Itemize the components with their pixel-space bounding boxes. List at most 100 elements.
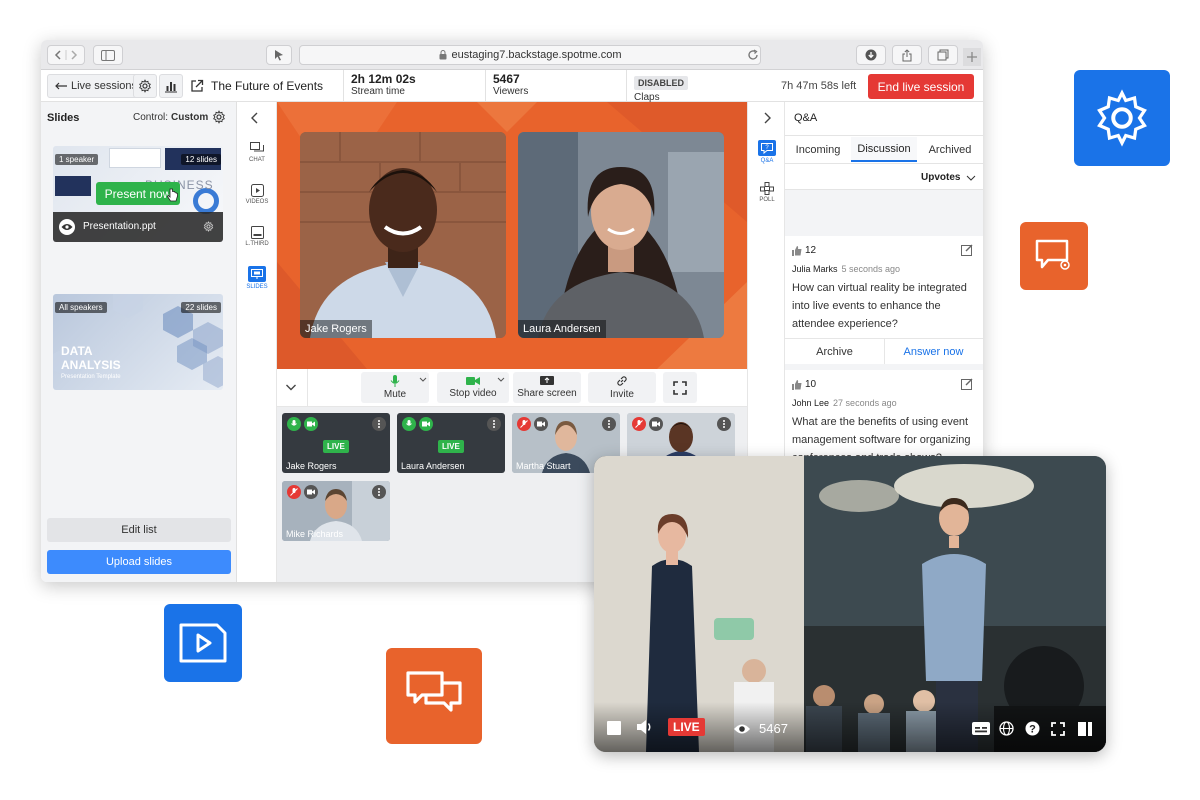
captions-icon[interactable]	[972, 722, 990, 735]
answer-now-button[interactable]: Answer now	[884, 339, 983, 364]
slides-icon	[248, 266, 266, 282]
claps-disabled-badge: DISABLED	[634, 76, 689, 90]
stream-time-label: Stream time	[351, 86, 405, 97]
settings-gear-icon[interactable]	[133, 74, 157, 98]
rail-item-lower-third[interactable]: L.THIRD	[237, 226, 277, 247]
microphone-off-icon	[287, 485, 301, 499]
question-card: 12 Julia Marks 5 seconds ago How can virt…	[785, 236, 983, 364]
more-options-icon[interactable]	[372, 417, 386, 431]
slide-deck-footer: Presentation.ppt	[53, 212, 223, 242]
mute-options-chevron-icon[interactable]	[419, 377, 427, 383]
rail-item-slides[interactable]: SLIDES	[237, 266, 277, 290]
link-icon	[617, 376, 627, 386]
participant-tile[interactable]: LIVE Jake Rogers	[282, 413, 390, 473]
participant-tile[interactable]: LIVE Laura Andersen	[397, 413, 505, 473]
video-file-icon	[164, 604, 242, 682]
external-link-icon[interactable]	[185, 74, 209, 98]
slide-file-name: Presentation.ppt	[83, 221, 156, 232]
help-icon[interactable]: ?	[1025, 721, 1040, 736]
question-author: John Lee	[792, 398, 830, 408]
extension-icon[interactable]	[266, 45, 292, 65]
sort-dropdown[interactable]: Upvotes	[921, 172, 976, 183]
thumbs-up-icon	[792, 245, 802, 256]
rail-item-poll[interactable]: POLL	[748, 182, 786, 203]
rail-item-qa[interactable]: ? Q&A	[748, 140, 786, 164]
slide-settings-icon[interactable]	[203, 221, 214, 232]
archive-button[interactable]: Archive	[785, 339, 884, 364]
tab-discussion[interactable]: Discussion	[851, 137, 917, 162]
viewers-label: Viewers	[493, 86, 529, 97]
sidebar-toggle-icon[interactable]	[93, 45, 123, 65]
analytics-chart-icon[interactable]	[159, 74, 183, 98]
event-video-player[interactable]: LIVE 5467 ?	[594, 456, 1106, 752]
share-screen-button[interactable]: Share screen	[513, 372, 581, 403]
speaker-portrait	[518, 132, 724, 338]
back-forward-buttons[interactable]	[47, 45, 85, 65]
slide-subtitle: Presentation Template	[61, 374, 121, 380]
control-settings-icon[interactable]	[212, 110, 226, 124]
viewer-count: 5467	[759, 721, 788, 736]
participant-name: Martha Stuart	[516, 461, 571, 471]
pointer-cursor-icon	[167, 188, 179, 202]
more-options-icon[interactable]	[717, 417, 731, 431]
rail-item-chat[interactable]: CHAT	[237, 142, 277, 163]
language-globe-icon[interactable]	[999, 721, 1014, 736]
fullscreen-icon[interactable]	[1051, 722, 1065, 736]
reload-icon[interactable]	[747, 49, 759, 61]
camera-icon	[649, 417, 663, 431]
back-label: Live sessions	[71, 80, 138, 92]
upvote-count[interactable]: 12	[792, 245, 816, 256]
more-options-icon[interactable]	[372, 485, 386, 499]
invite-button[interactable]: Invite	[588, 372, 656, 403]
volume-icon[interactable]	[636, 719, 654, 735]
address-bar[interactable]: eustaging7.backstage.spotme.com	[299, 45, 761, 65]
download-icon[interactable]	[856, 45, 886, 65]
edit-question-icon[interactable]	[961, 244, 973, 256]
viewers-value: 5467	[493, 72, 520, 86]
settings-gear-icon	[1074, 70, 1170, 166]
upvote-count[interactable]: 10	[792, 379, 816, 390]
live-badge: LIVE	[668, 718, 705, 736]
live-sessions-back-button[interactable]: Live sessions	[47, 74, 146, 98]
stop-icon[interactable]	[607, 721, 621, 735]
share-icon[interactable]	[892, 45, 922, 65]
more-options-icon[interactable]	[602, 417, 616, 431]
share-screen-icon	[540, 376, 554, 385]
new-tab-icon[interactable]	[963, 48, 981, 66]
participant-name: Laura Andersen	[401, 461, 465, 471]
video-options-chevron-icon[interactable]	[497, 377, 505, 383]
tab-incoming[interactable]: Incoming	[785, 137, 851, 162]
speaker-video-laura[interactable]: Laura Andersen	[518, 132, 724, 338]
expand-panel-icon[interactable]	[761, 112, 773, 124]
edit-question-icon[interactable]	[961, 378, 973, 390]
upvote-number: 10	[805, 379, 817, 390]
upload-slides-button[interactable]: Upload slides	[47, 550, 231, 574]
control-mode[interactable]: Control: Custom	[133, 112, 208, 123]
slides-panel: Slides Control: Custom BUSINESS 1 speake…	[41, 102, 237, 582]
viewers-stat: 5467 Viewers	[493, 72, 528, 97]
rail-item-videos[interactable]: VIDEOS	[237, 184, 277, 205]
camera-icon	[534, 417, 548, 431]
tab-archived[interactable]: Archived	[917, 137, 983, 162]
camera-icon	[466, 377, 480, 385]
edit-list-button[interactable]: Edit list	[47, 518, 231, 542]
more-options-icon[interactable]	[487, 417, 501, 431]
slide-deck-card[interactable]: BUSINESS 1 speaker 12 slides Present now…	[53, 146, 223, 242]
tabs-icon[interactable]	[928, 45, 958, 65]
session-header: Live sessions The Future of Events 2h 12…	[41, 70, 983, 103]
question-meta: John Lee 27 seconds ago	[792, 398, 897, 408]
end-live-session-button[interactable]: End live session	[868, 74, 974, 99]
layout-toggle-icon[interactable]	[1078, 722, 1092, 736]
fullscreen-icon[interactable]	[663, 372, 697, 403]
stop-video-label: Stop video	[449, 388, 497, 399]
preview-eye-icon[interactable]	[59, 219, 75, 235]
microphone-icon	[390, 375, 400, 387]
call-controls: Mute Stop video Share screen Invite	[277, 369, 747, 407]
rail-label-lower-third: L.THIRD	[245, 241, 269, 247]
participant-tile[interactable]: Mike Richards	[282, 481, 390, 541]
collapse-controls-icon[interactable]	[285, 381, 297, 393]
speaker-video-jake[interactable]: Jake Rogers	[300, 132, 506, 338]
collapse-panel-icon[interactable]	[249, 112, 261, 124]
participant-name: Mike Richards	[286, 529, 344, 539]
slide-deck-card[interactable]: All speakers 22 slides DATA ANALYSIS Pre…	[53, 294, 223, 390]
